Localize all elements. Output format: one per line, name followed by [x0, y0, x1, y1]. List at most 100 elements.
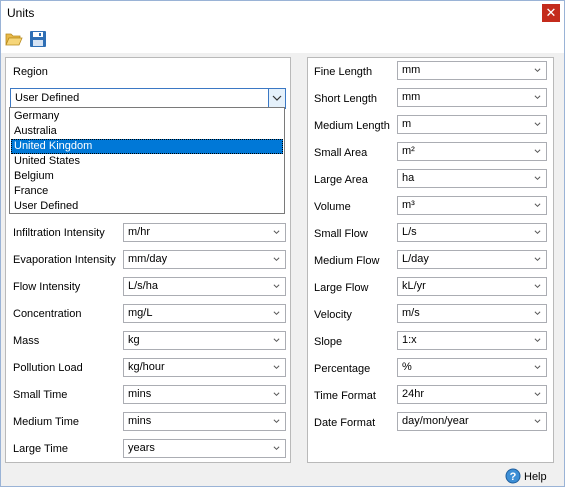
- left-field-label: Evaporation Intensity: [13, 254, 116, 266]
- folder-open-icon[interactable]: [5, 30, 23, 48]
- right-field-label: Volume: [314, 201, 351, 213]
- left-field-value: mg/L: [128, 307, 153, 319]
- chevron-down-icon: [272, 95, 282, 101]
- right-field-value: 24hr: [402, 388, 425, 400]
- right-field-select[interactable]: ha: [397, 169, 547, 188]
- chevron-down-icon: [534, 203, 541, 208]
- right-field-select[interactable]: kL/yr: [397, 277, 547, 296]
- right-field-label: Percentage: [314, 363, 371, 375]
- right-field-label: Short Length: [314, 93, 377, 105]
- chevron-down-icon: [273, 257, 280, 262]
- right-field-value: 1:x: [402, 334, 417, 346]
- region-select[interactable]: User Defined: [10, 88, 286, 109]
- right-field-label: Slope: [314, 336, 343, 348]
- chevron-down-icon: [273, 365, 280, 370]
- chevron-down-icon: [534, 176, 541, 181]
- chevron-down-icon: [534, 419, 541, 424]
- right-field-select[interactable]: 1:x: [397, 331, 547, 350]
- right-field-value: mm: [402, 64, 421, 76]
- region-option[interactable]: France: [11, 184, 283, 199]
- right-field-select[interactable]: L/day: [397, 250, 547, 269]
- left-field-value: m/hr: [128, 226, 150, 238]
- right-field-value: ha: [402, 172, 415, 184]
- chevron-down-icon: [534, 284, 541, 289]
- region-option[interactable]: United States: [11, 154, 283, 169]
- right-field-value: m³: [402, 199, 415, 211]
- left-field-value: mins: [128, 415, 152, 427]
- left-field-select[interactable]: mins: [123, 385, 286, 404]
- chevron-down-icon: [534, 392, 541, 397]
- left-field-value: years: [128, 442, 155, 454]
- region-label: Region: [13, 66, 48, 78]
- region-option[interactable]: Germany: [11, 109, 283, 124]
- chevron-down-icon: [534, 338, 541, 343]
- chevron-down-icon: [534, 122, 541, 127]
- right-field-value: L/s: [402, 226, 417, 238]
- right-field-label: Small Flow: [314, 228, 368, 240]
- region-option[interactable]: Australia: [11, 124, 283, 139]
- left-field-select[interactable]: mm/day: [123, 250, 286, 269]
- left-field-value: mins: [128, 388, 152, 400]
- left-field-label: Flow Intensity: [13, 281, 81, 293]
- floppy-disk-icon[interactable]: [29, 30, 47, 48]
- left-field-label: Small Time: [13, 389, 68, 401]
- left-field-value: mm/day: [128, 253, 168, 265]
- right-field-label: Velocity: [314, 309, 352, 321]
- window-title: Units: [7, 6, 35, 20]
- left-field-label: Pollution Load: [13, 362, 83, 374]
- region-option[interactable]: United Kingdom: [11, 139, 283, 154]
- chevron-down-icon: [534, 230, 541, 235]
- chevron-down-icon: [534, 365, 541, 370]
- right-field-label: Large Flow: [314, 282, 369, 294]
- region-selected-value: User Defined: [15, 92, 80, 104]
- right-field-select[interactable]: mm: [397, 61, 547, 80]
- right-field-value: day/mon/year: [402, 415, 469, 427]
- chevron-down-icon: [273, 419, 280, 424]
- region-dropdown-list[interactable]: Germany Australia United Kingdom United Sta…: [9, 107, 285, 214]
- chevron-down-icon: [534, 95, 541, 100]
- left-field-select[interactable]: kg/hour: [123, 358, 286, 377]
- right-field-select[interactable]: L/s: [397, 223, 547, 242]
- left-field-select[interactable]: kg: [123, 331, 286, 350]
- region-option[interactable]: User Defined: [11, 199, 283, 214]
- left-field-label: Mass: [13, 335, 40, 347]
- left-field-select[interactable]: m/hr: [123, 223, 286, 242]
- svg-text:?: ?: [510, 471, 517, 483]
- left-field-value: kg/hour: [128, 361, 165, 373]
- right-field-label: Medium Flow: [314, 255, 380, 267]
- help-icon[interactable]: ?: [505, 468, 521, 487]
- region-option[interactable]: Belgium: [11, 169, 283, 184]
- chevron-down-icon: [534, 311, 541, 316]
- units-window: Units ✕ Region User Defined Infiltration…: [0, 0, 565, 487]
- title-bar: Units ✕: [1, 1, 564, 25]
- right-field-select[interactable]: m/s: [397, 304, 547, 323]
- right-field-select[interactable]: m²: [397, 142, 547, 161]
- right-field-select[interactable]: m: [397, 115, 547, 134]
- right-panel: Fine Length mm Short Length mm Medium Leng…: [307, 57, 554, 463]
- right-field-value: %: [402, 361, 412, 373]
- chevron-down-icon: [273, 392, 280, 397]
- right-field-select[interactable]: day/mon/year: [397, 412, 547, 431]
- left-field-select[interactable]: mins: [123, 412, 286, 431]
- close-button[interactable]: ✕: [542, 4, 560, 22]
- left-field-select[interactable]: L/s/ha: [123, 277, 286, 296]
- right-field-label: Fine Length: [314, 66, 373, 78]
- left-field-label: Infiltration Intensity: [13, 227, 105, 239]
- right-field-select[interactable]: %: [397, 358, 547, 377]
- left-field-label: Medium Time: [13, 416, 80, 428]
- left-field-select[interactable]: mg/L: [123, 304, 286, 323]
- right-field-value: m: [402, 118, 412, 130]
- right-field-select[interactable]: mm: [397, 88, 547, 107]
- right-field-select[interactable]: m³: [397, 196, 547, 215]
- region-dropdown-button[interactable]: [268, 89, 285, 108]
- right-field-value: kL/yr: [402, 280, 426, 292]
- right-field-select[interactable]: 24hr: [397, 385, 547, 404]
- chevron-down-icon: [534, 149, 541, 154]
- left-field-label: Concentration: [13, 308, 82, 320]
- chevron-down-icon: [273, 230, 280, 235]
- left-field-select[interactable]: years: [123, 439, 286, 458]
- toolbar: [1, 25, 564, 53]
- help-label[interactable]: Help: [524, 471, 547, 483]
- right-field-label: Medium Length: [314, 120, 390, 132]
- right-field-label: Date Format: [314, 417, 376, 429]
